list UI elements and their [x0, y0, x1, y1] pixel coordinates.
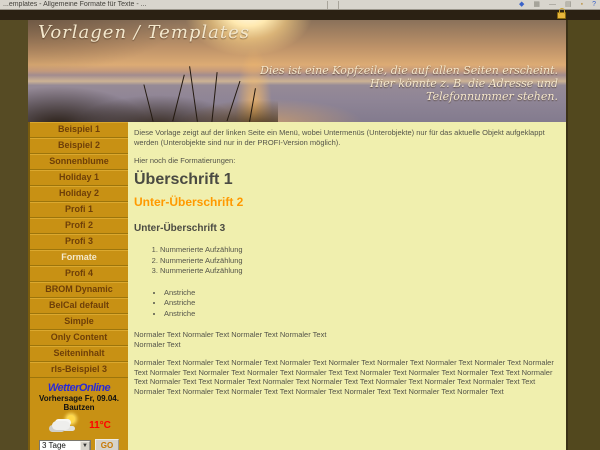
weather-forecast-date: Vorhersage Fr, 09.04. [30, 394, 128, 403]
wetteronline-logo[interactable]: WetterOnline [30, 382, 128, 394]
normal-text-long: Normaler Text Normaler Text Normaler Tex… [134, 358, 554, 396]
heading-1: Überschrift 1 [134, 175, 554, 185]
tab-separator [327, 1, 328, 9]
intro-paragraph: Diese Vorlage zeigt auf der linken Seite… [134, 128, 554, 147]
sun-behind-cloud-icon [47, 415, 81, 435]
sidebar-menu-item[interactable]: rls-Beispiel 3 [30, 362, 128, 378]
sidebar-menu-item[interactable]: Seiteninhalt [30, 346, 128, 362]
sidebar-menu-item[interactable]: Sonnenblume [30, 154, 128, 170]
sidebar-menu-item[interactable]: BelCal default [30, 298, 128, 314]
weather-temperature: 11°C [89, 420, 111, 431]
formats-label: Hier noch die Formatierungen: [134, 156, 554, 166]
sidebar-menu: Beispiel 1Beispiel 2SonnenblumeHoliday 1… [30, 122, 128, 378]
bookmark-icon[interactable]: ◆ [519, 0, 524, 10]
main-content: Diese Vorlage zeigt auf der linken Seite… [128, 122, 566, 450]
tiles-icon[interactable]: ▦ [533, 0, 540, 10]
weather-range-select[interactable]: 3 Tage ▼ [39, 440, 91, 450]
bullet-list-item: Anstriche [164, 309, 554, 319]
sidebar-menu-item[interactable]: Profi 2 [30, 218, 128, 234]
page-top-strip [0, 10, 600, 20]
dune-grass-decoration [28, 64, 278, 122]
minimize-icon[interactable]: — [549, 0, 556, 10]
sidebar-menu-item[interactable]: Profi 1 [30, 202, 128, 218]
header-note: Dies ist eine Kopfzeile, die auf allen S… [260, 64, 558, 103]
sidebar-menu-item[interactable]: Formate [30, 250, 128, 266]
sidebar-menu-item[interactable]: Beispiel 2 [30, 138, 128, 154]
site-title: Vorlagen / Templates [38, 22, 250, 43]
browser-tab-bar: ...emplates - Allgemeine Formate für Tex… [0, 0, 600, 10]
sidebar-menu-item[interactable]: Holiday 1 [30, 170, 128, 186]
security-lock-icon [557, 12, 566, 19]
sidebar: Beispiel 1Beispiel 2SonnenblumeHoliday 1… [28, 122, 128, 450]
browser-toolbar: ◆ ▦ — ▤ ▪ ? [519, 0, 596, 10]
numbered-list-item: Nummerierte Aufzählung [160, 266, 554, 276]
weather-go-button[interactable]: GO [95, 439, 119, 450]
page-margin-right [566, 20, 600, 450]
header-sunset-image: Vorlagen / Templates Dies ist eine Kopfz… [28, 20, 566, 122]
weather-city: Bautzen [30, 403, 128, 412]
sidebar-menu-item[interactable]: Profi 4 [30, 266, 128, 282]
tab-separator [338, 1, 339, 9]
sidebar-menu-item[interactable]: Profi 3 [30, 234, 128, 250]
sidebar-menu-item[interactable]: Beispiel 1 [30, 122, 128, 138]
numbered-list-item: Nummerierte Aufzählung [160, 256, 554, 266]
note-icon[interactable]: ▪ [581, 0, 583, 10]
numbered-list: Nummerierte AufzählungNummerierte Aufzäh… [160, 245, 554, 276]
page-margin-left [0, 20, 28, 450]
sidebar-menu-item[interactable]: Holiday 2 [30, 186, 128, 202]
heading-3: Unter-Überschrift 3 [134, 224, 554, 234]
chevron-down-icon[interactable]: ▼ [80, 441, 90, 450]
bullet-list: AnstricheAnstricheAnstriche [164, 288, 554, 319]
sidebar-menu-item[interactable]: Only Content [30, 330, 128, 346]
normal-text-short: Normaler Text Normaler Text Normaler Tex… [134, 330, 554, 349]
panel-icon[interactable]: ▤ [565, 0, 572, 10]
heading-2: Unter-Überschrift 2 [134, 198, 554, 208]
numbered-list-item: Nummerierte Aufzählung [160, 245, 554, 255]
weather-range-value: 3 Tage [40, 440, 80, 450]
bullet-list-item: Anstriche [164, 288, 554, 298]
bullet-list-item: Anstriche [164, 298, 554, 308]
sidebar-menu-item[interactable]: BROM Dynamic [30, 282, 128, 298]
browser-tab-title[interactable]: ...emplates - Allgemeine Formate für Tex… [0, 1, 322, 8]
weather-widget: WetterOnline Vorhersage Fr, 09.04. Bautz… [30, 378, 128, 450]
help-icon[interactable]: ? [592, 0, 596, 10]
sidebar-menu-item[interactable]: Simple [30, 314, 128, 330]
